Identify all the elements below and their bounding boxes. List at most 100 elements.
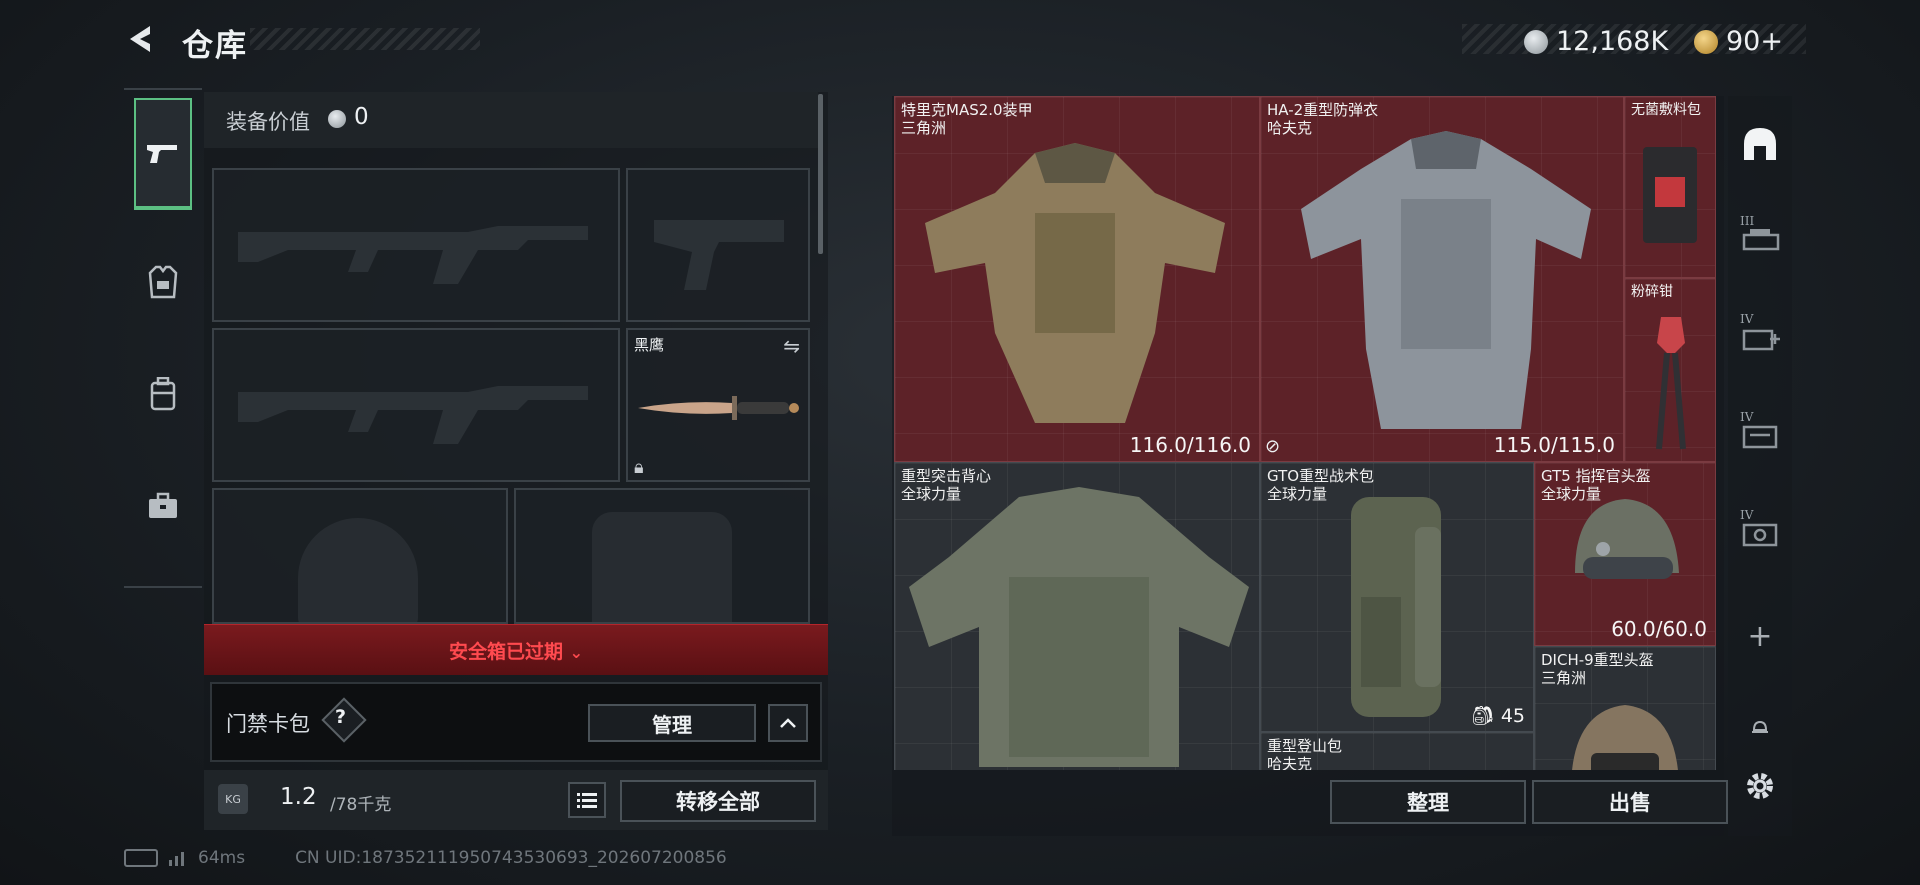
title-decoration <box>250 28 480 50</box>
equipment-value-bar: 装备价值 0 <box>204 92 818 148</box>
gold-coin-icon <box>1694 29 1718 54</box>
weapon-crate-icon <box>1742 229 1780 251</box>
heavy-helmet-icon <box>1572 705 1678 770</box>
item-name: DICH-9重型头盔 三角洲 <box>1541 651 1654 687</box>
stash-item[interactable]: GT5 指挥官头盔 全球力量 60.0/60.0 <box>1534 462 1716 646</box>
signal-icon <box>169 852 184 866</box>
filter-tier-4-docs-button[interactable]: IV <box>1740 410 1780 456</box>
document-crate-icon <box>1742 425 1778 449</box>
primary-weapon-slot[interactable] <box>212 168 620 322</box>
armor-silhouette-icon <box>592 512 732 622</box>
sell-button[interactable]: 出售 <box>1532 780 1728 824</box>
stash-item[interactable]: 重型登山包 哈夫克 <box>1260 732 1534 770</box>
heavy-armor-icon <box>1301 131 1591 429</box>
status-bar: 64ms CN UID:18735211195074353069​3_20260… <box>124 848 727 868</box>
tier-label: III <box>1740 214 1755 228</box>
collapse-button[interactable] <box>768 704 808 742</box>
filter-tier-3-button[interactable]: III <box>1740 214 1780 260</box>
list-icon <box>577 793 597 808</box>
tactical-backpack-icon <box>1351 497 1441 717</box>
stash-item[interactable]: 无菌敷料包 <box>1624 96 1716 278</box>
rifle-silhouette-icon <box>238 226 588 284</box>
manage-button[interactable]: 管理 <box>588 704 756 742</box>
equipment-value-label: 装备价值 <box>226 110 310 134</box>
transfer-all-button[interactable]: 转移全部 <box>620 780 816 822</box>
stash-item[interactable]: 特里克MAS2.0装甲 三角洲 116.0/116.0 <box>894 96 1260 462</box>
equipment-value: 0 <box>354 104 369 130</box>
weight-icon: KG <box>218 784 248 814</box>
knife-icon <box>638 396 799 420</box>
silver-currency: 12,168K <box>1524 26 1668 57</box>
help-icon: ? <box>335 706 347 728</box>
bag-icon: 🎒︎ <box>1470 705 1501 727</box>
tier-label: IV <box>1740 508 1754 522</box>
item-name: 特里克MAS2.0装甲 三角洲 <box>901 101 1033 137</box>
bell-icon <box>1752 720 1768 733</box>
secure-case-alert[interactable]: 安全箱已过期 ⌄ <box>204 624 828 675</box>
medical-crate-icon <box>1742 329 1780 351</box>
backpack-icon <box>150 377 176 411</box>
bolt-cutter-icon <box>1656 317 1686 450</box>
stash-icon <box>1744 128 1776 160</box>
sort-button[interactable]: 整理 <box>1330 780 1526 824</box>
stash-item[interactable]: 粉碎钳 <box>1624 278 1716 462</box>
back-arrow-icon <box>130 26 150 52</box>
chevron-down-icon: ⌄ <box>569 643 584 662</box>
tab-backpack[interactable] <box>134 338 192 450</box>
pistol-silhouette-icon <box>654 220 784 290</box>
lock-icon: 🔒︎ <box>634 457 644 478</box>
stash-item[interactable]: HA-2重型防弹衣 哈夫克 ⊘ 115.0/115.0 <box>1260 96 1624 462</box>
melee-slot[interactable]: 黑鹰 ⇋ 🔒︎ <box>626 328 810 482</box>
item-capacity: 🎒︎ 45 <box>1470 705 1525 727</box>
side-nav <box>124 88 202 588</box>
valuables-crate-icon <box>1742 523 1778 547</box>
item-durability: 115.0/115.0 <box>1493 433 1615 457</box>
item-durability: 116.0/116.0 <box>1129 433 1251 457</box>
pistol-icon <box>147 145 177 163</box>
rifle-silhouette-icon <box>238 386 588 444</box>
filter-tier-4-valuables-button[interactable]: IV <box>1740 508 1780 554</box>
back-button[interactable] <box>124 22 158 56</box>
tab-case[interactable] <box>134 450 192 562</box>
armor-slot[interactable] <box>514 488 810 624</box>
gold-currency[interactable]: 90+ <box>1694 26 1783 57</box>
assault-vest-icon <box>909 487 1249 767</box>
stash-filter-nav: III IV IV IV + <box>1728 96 1792 836</box>
helmet-silhouette-icon <box>298 518 418 622</box>
tactical-armor-icon <box>925 143 1225 423</box>
chevron-up-icon <box>780 718 796 728</box>
vest-icon <box>148 265 178 299</box>
add-filter-button[interactable]: + <box>1740 616 1780 656</box>
item-durability: 60.0/60.0 <box>1611 617 1707 641</box>
tab-weapons[interactable] <box>134 98 192 210</box>
commander-helmet-icon <box>1575 499 1679 579</box>
list-view-button[interactable] <box>568 782 606 818</box>
bell-button[interactable] <box>1740 706 1780 746</box>
keycard-label: 门禁卡包 <box>226 712 310 736</box>
stash-actions: 整理 出售 <box>892 770 1792 832</box>
stash-item[interactable]: 重型突击背心 全球力量 <box>894 462 1260 770</box>
weight-max: /78千克 <box>330 795 392 815</box>
weight-bar: KG 1.2 /78千克 转移全部 <box>204 770 828 830</box>
loadout-scrollbar[interactable] <box>818 94 823 254</box>
weight-current: 1.2 <box>280 784 317 810</box>
item-name: 粉碎钳 <box>1631 284 1673 300</box>
secondary-weapon-slot[interactable] <box>626 168 810 322</box>
battery-icon <box>124 849 158 867</box>
primary-weapon-slot-2[interactable] <box>212 328 620 482</box>
filter-all-button[interactable] <box>1740 124 1780 164</box>
gold-amount: 90+ <box>1726 26 1783 57</box>
secure-case-status: 安全箱已过期 ⌄ <box>204 637 828 664</box>
stash-item[interactable]: DICH-9重型头盔 三角洲 <box>1534 646 1716 770</box>
briefcase-icon <box>149 492 177 518</box>
bandage-pack-icon <box>1643 147 1697 243</box>
stash-item[interactable]: GTO重型战术包 全球力量 🎒︎ 45 <box>1260 462 1534 732</box>
tab-equipment[interactable] <box>134 226 192 338</box>
swap-icon[interactable]: ⇋ <box>783 334 800 358</box>
silver-coin-icon <box>328 110 346 128</box>
secure-case-text: 安全箱已过期 <box>448 641 563 663</box>
helmet-slot[interactable] <box>212 488 508 624</box>
silver-amount: 12,168K <box>1556 26 1669 57</box>
filter-tier-4-medical-button[interactable]: IV <box>1740 312 1780 358</box>
silver-coin-icon <box>1524 29 1548 54</box>
